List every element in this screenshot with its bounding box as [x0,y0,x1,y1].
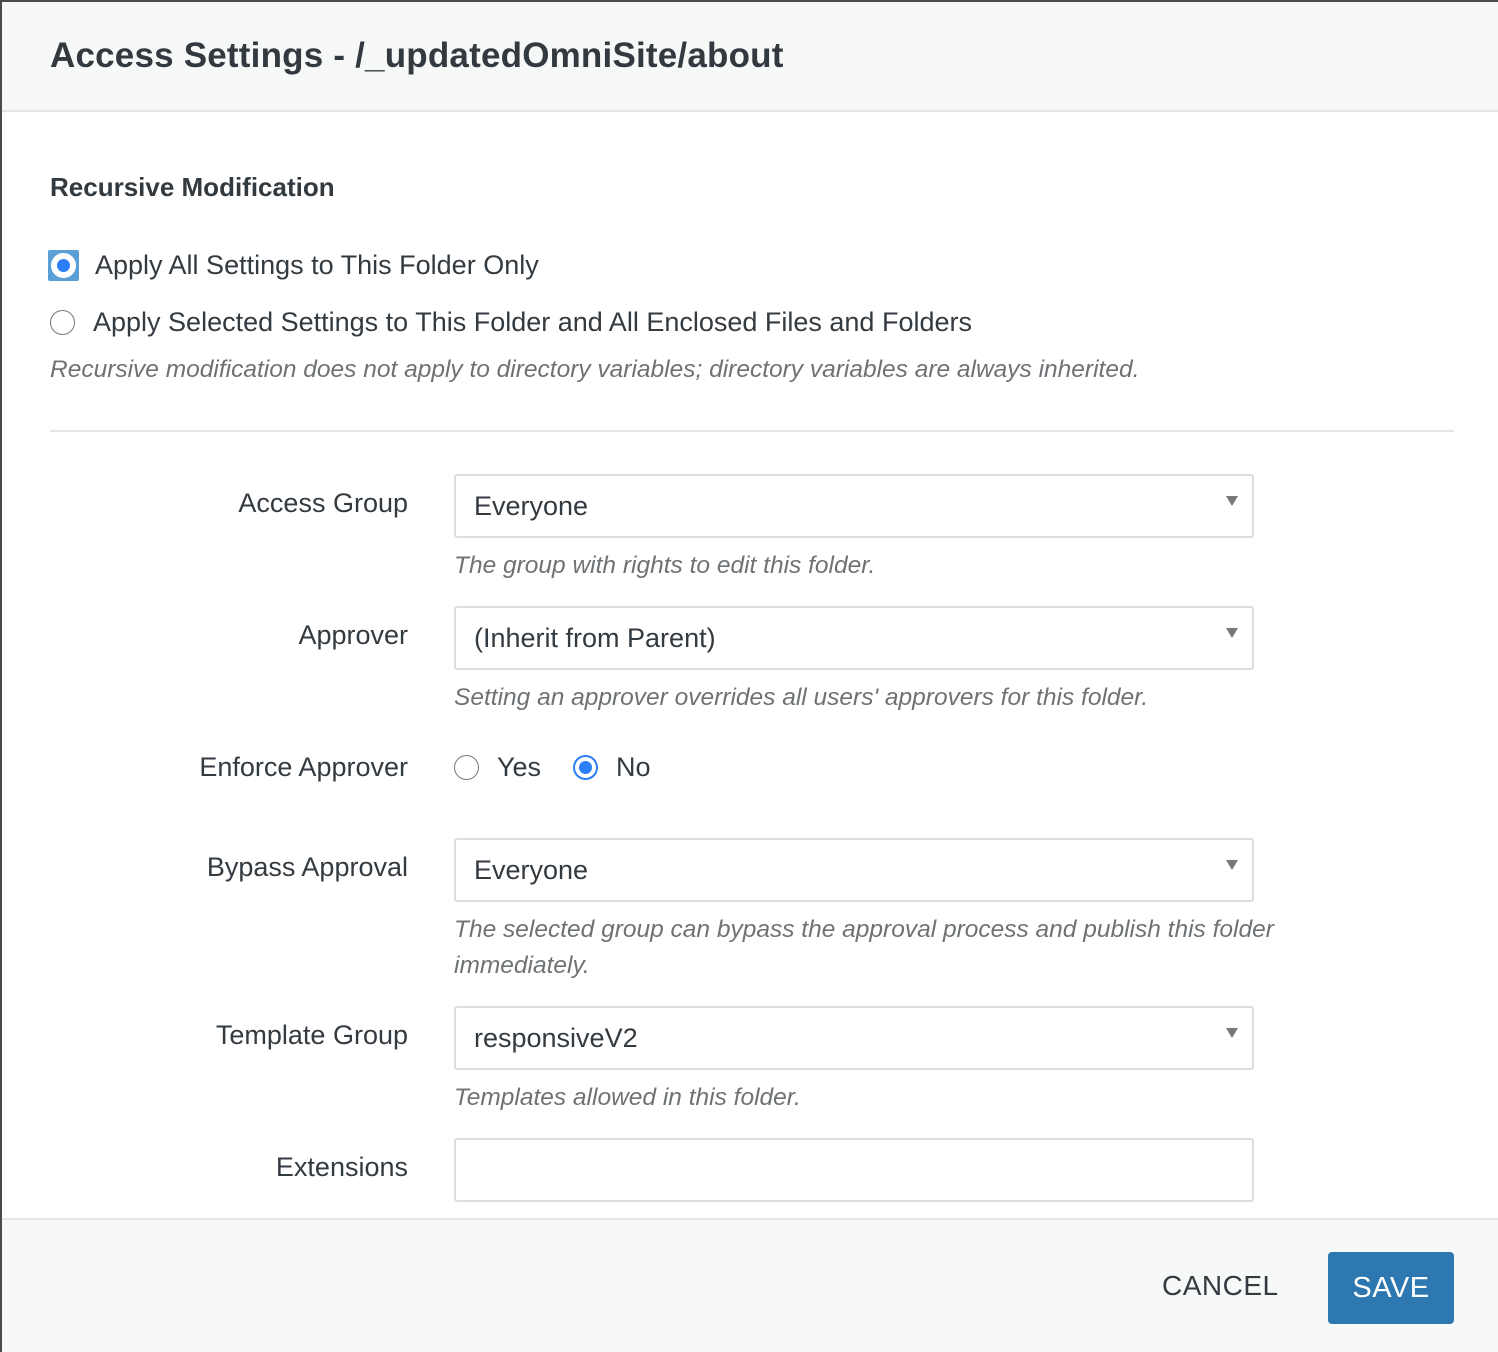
enforce-approver-no-label: No [616,752,651,782]
recursive-help-text: Recursive modification does not apply to… [50,356,1140,383]
recursive-modification-heading: Recursive Modification [50,172,335,202]
template-group-help: Templates allowed in this folder. [454,1084,801,1111]
focus-ring [48,250,79,281]
save-button[interactable]: SAVE [1328,1252,1454,1324]
approver-help: Setting an approver overrides all users'… [454,684,1149,711]
enforce-approver-radio-group: Yes No [454,752,651,783]
recursive-option-all-enclosed[interactable]: Apply Selected Settings to This Folder a… [50,307,972,338]
recursive-option-label: Apply Selected Settings to This Folder a… [93,307,972,337]
dialog-title: Access Settings - /_updatedOmniSite/abou… [50,36,784,75]
radio-selected-icon[interactable] [573,755,599,780]
dropdown-caret-icon [1226,1028,1238,1038]
enforce-approver-yes-label: Yes [497,752,542,782]
dialog-body: Recursive Modification Apply All Setting… [2,112,1498,1218]
access-group-help: The group with rights to edit this folde… [454,552,876,579]
template-group-select[interactable]: responsiveV2 [454,1006,1254,1070]
approver-value: (Inherit from Parent) [474,623,716,653]
enforce-approver-no[interactable]: No [573,752,651,783]
extensions-input[interactable] [454,1138,1254,1202]
radio-unselected-icon[interactable] [50,310,75,335]
dropdown-caret-icon [1226,860,1238,870]
dropdown-caret-icon [1226,496,1238,506]
template-group-label: Template Group [215,1020,408,1050]
radio-unselected-icon[interactable] [454,755,479,780]
bypass-approval-select[interactable]: Everyone [454,838,1254,902]
radio-selected-icon[interactable] [51,253,76,278]
access-group-value: Everyone [474,491,589,521]
cancel-button[interactable]: CANCEL [1162,1270,1279,1302]
recursive-option-folder-only[interactable]: Apply All Settings to This Folder Only [48,250,539,281]
bypass-approval-help: The selected group can bypass the approv… [454,916,1274,979]
enforce-approver-yes[interactable]: Yes [454,752,541,783]
access-group-select[interactable]: Everyone [454,474,1254,538]
section-divider [50,430,1454,432]
extensions-label: Extensions [275,1152,408,1182]
access-group-label: Access Group [238,488,408,518]
dialog-footer: CANCEL SAVE [2,1218,1498,1352]
bypass-approval-value: Everyone [474,855,589,885]
dropdown-caret-icon [1226,628,1238,638]
template-group-value: responsiveV2 [474,1023,638,1053]
approver-label: Approver [298,620,408,650]
enforce-approver-label: Enforce Approver [199,752,408,782]
recursive-option-label: Apply All Settings to This Folder Only [95,250,539,280]
bypass-approval-label: Bypass Approval [206,852,408,882]
approver-select[interactable]: (Inherit from Parent) [454,606,1254,670]
dialog-header: Access Settings - /_updatedOmniSite/abou… [2,2,1498,112]
